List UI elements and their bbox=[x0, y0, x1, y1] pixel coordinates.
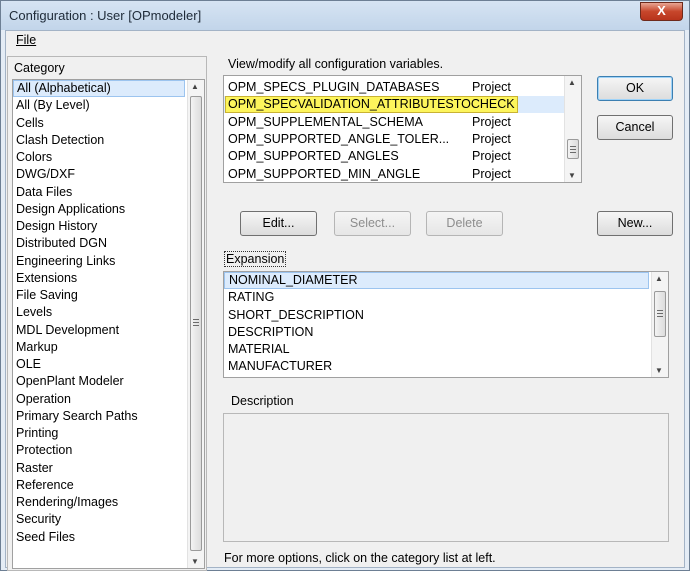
var-scroll-down-icon[interactable]: ▼ bbox=[568, 171, 576, 180]
scroll-up-arrow-icon[interactable]: ▲ bbox=[191, 82, 199, 91]
variable-level: Project bbox=[472, 114, 511, 129]
expansion-item[interactable]: NOMINAL_DIAMETER bbox=[224, 272, 649, 290]
select-button[interactable]: Select... bbox=[334, 211, 411, 236]
category-item[interactable]: Levels bbox=[13, 304, 204, 321]
exp-scroll-down-icon[interactable]: ▼ bbox=[655, 366, 663, 375]
exp-scroll-up-icon[interactable]: ▲ bbox=[655, 274, 663, 283]
category-header: Category bbox=[14, 61, 65, 75]
category-item[interactable]: File Saving bbox=[13, 287, 204, 304]
expansion-list[interactable]: NOMINAL_DIAMETER RATING SHORT_DESCRIPTION D… bbox=[223, 271, 669, 378]
category-item[interactable]: Security bbox=[13, 511, 204, 528]
category-item[interactable]: All (Alphabetical) bbox=[13, 80, 185, 98]
configuration-window: Configuration : User [OPmodeler] X File … bbox=[0, 0, 690, 571]
category-item[interactable]: Operation bbox=[13, 391, 204, 408]
menu-file[interactable]: File bbox=[16, 33, 36, 47]
variable-name: OPM_SPECVALIDATION_ATTRIBUTESTOCHECK bbox=[225, 96, 518, 114]
new-button[interactable]: New... bbox=[597, 211, 673, 236]
category-item[interactable]: Cells bbox=[13, 115, 204, 132]
edit-button[interactable]: Edit... bbox=[240, 211, 317, 236]
category-scrollbar[interactable]: ▲ ▼ bbox=[187, 80, 204, 568]
variable-name: OPM_SUPPORTED_ANGLE_TOLER... bbox=[228, 131, 450, 146]
cancel-button[interactable]: Cancel bbox=[597, 115, 673, 140]
category-item[interactable]: Primary Search Paths bbox=[13, 408, 204, 425]
category-item[interactable]: Engineering Links bbox=[13, 253, 204, 270]
variable-level: Project bbox=[472, 80, 511, 94]
variables-scrollbar[interactable]: ▲ ▼ bbox=[564, 76, 581, 182]
category-item[interactable]: All (By Level) bbox=[13, 97, 204, 114]
category-item[interactable]: OLE bbox=[13, 356, 204, 373]
variable-name: OPM_SUPPLEMENTAL_SCHEMA bbox=[228, 114, 423, 129]
category-item[interactable]: Reference bbox=[13, 477, 204, 494]
expansion-item[interactable]: RATING bbox=[224, 289, 649, 306]
category-item[interactable]: Printing bbox=[13, 425, 204, 442]
var-scroll-up-icon[interactable]: ▲ bbox=[568, 78, 576, 87]
description-header: Description bbox=[231, 394, 294, 408]
variable-level: Project bbox=[472, 131, 511, 146]
category-item[interactable]: DWG/DXF bbox=[13, 166, 204, 183]
category-item[interactable]: Data Files bbox=[13, 184, 204, 201]
ok-button[interactable]: OK bbox=[597, 76, 673, 101]
variable-row[interactable]: OPM_SUPPORTED_MIN_ANGLE Project bbox=[224, 166, 564, 183]
category-item[interactable]: Design Applications bbox=[13, 201, 204, 218]
variable-name: OPM_SPECS_PLUGIN_DATABASES bbox=[228, 80, 440, 94]
category-item[interactable]: Rendering/Images bbox=[13, 494, 204, 511]
category-item[interactable]: Colors bbox=[13, 149, 204, 166]
category-item[interactable]: MDL Development bbox=[13, 322, 204, 339]
dialog-client: File Category All (Alphabetical) All (By … bbox=[5, 30, 685, 571]
expansion-item[interactable]: SHORT_DESCRIPTION bbox=[224, 307, 649, 324]
variables-list[interactable]: OPM_SPECS_PLUGIN_DATABASES Project OPM_SPE… bbox=[223, 75, 582, 183]
category-item[interactable]: Distributed DGN bbox=[13, 235, 204, 252]
scroll-down-arrow-icon[interactable]: ▼ bbox=[191, 557, 199, 566]
category-panel: Category All (Alphabetical) All (By Level… bbox=[7, 56, 207, 571]
category-item[interactable]: Markup bbox=[13, 339, 204, 356]
menu-bar: File bbox=[6, 31, 684, 50]
expansion-scroll-thumb[interactable] bbox=[654, 291, 666, 337]
category-item[interactable]: Extensions bbox=[13, 270, 204, 287]
window-title: Configuration : User [OPmodeler] bbox=[9, 8, 202, 23]
variables-caption: View/modify all configuration variables. bbox=[228, 57, 444, 71]
category-item[interactable]: Protection bbox=[13, 442, 204, 459]
category-list[interactable]: All (Alphabetical) All (By Level) Cells Cla… bbox=[12, 79, 205, 569]
variable-row[interactable]: OPM_SUPPLEMENTAL_SCHEMA Project bbox=[224, 114, 564, 131]
expansion-item[interactable]: DESCRIPTION bbox=[224, 324, 649, 341]
variable-row[interactable]: OPM_SPECS_PLUGIN_DATABASES Project bbox=[224, 79, 564, 96]
title-bar[interactable]: Configuration : User [OPmodeler] X bbox=[1, 1, 689, 30]
delete-button[interactable]: Delete bbox=[426, 211, 503, 236]
category-item[interactable]: Raster bbox=[13, 460, 204, 477]
expansion-item[interactable]: MATERIAL bbox=[224, 341, 649, 358]
expansion-item[interactable]: MANUFACTURER bbox=[224, 358, 649, 375]
close-icon: X bbox=[657, 3, 666, 18]
expansion-scrollbar[interactable]: ▲ ▼ bbox=[651, 272, 668, 377]
category-item[interactable]: Seed Files bbox=[13, 529, 204, 546]
variable-level: Project bbox=[472, 149, 511, 164]
variable-name: OPM_SUPPORTED_ANGLES bbox=[228, 149, 399, 164]
close-button[interactable]: X bbox=[640, 2, 683, 21]
variable-level: Project bbox=[472, 166, 511, 181]
category-scroll-thumb[interactable] bbox=[190, 96, 202, 551]
variables-scroll-thumb[interactable] bbox=[567, 139, 579, 159]
footer-hint: For more options, click on the category … bbox=[224, 551, 496, 565]
description-box bbox=[223, 413, 669, 542]
expansion-header: Expansion bbox=[224, 251, 287, 267]
variable-row[interactable]: OPM_SPECVALIDATION_ATTRIBUTESTOCHECK bbox=[224, 96, 564, 114]
category-item[interactable]: Clash Detection bbox=[13, 132, 204, 149]
variable-row[interactable]: OPM_SUPPORTED_ANGLES Project bbox=[224, 148, 564, 165]
variable-name: OPM_SUPPORTED_MIN_ANGLE bbox=[228, 166, 421, 181]
category-item[interactable]: Design History bbox=[13, 218, 204, 235]
variable-row[interactable]: OPM_SUPPORTED_ANGLE_TOLER... Project bbox=[224, 131, 564, 148]
category-item[interactable]: OpenPlant Modeler bbox=[13, 373, 204, 390]
